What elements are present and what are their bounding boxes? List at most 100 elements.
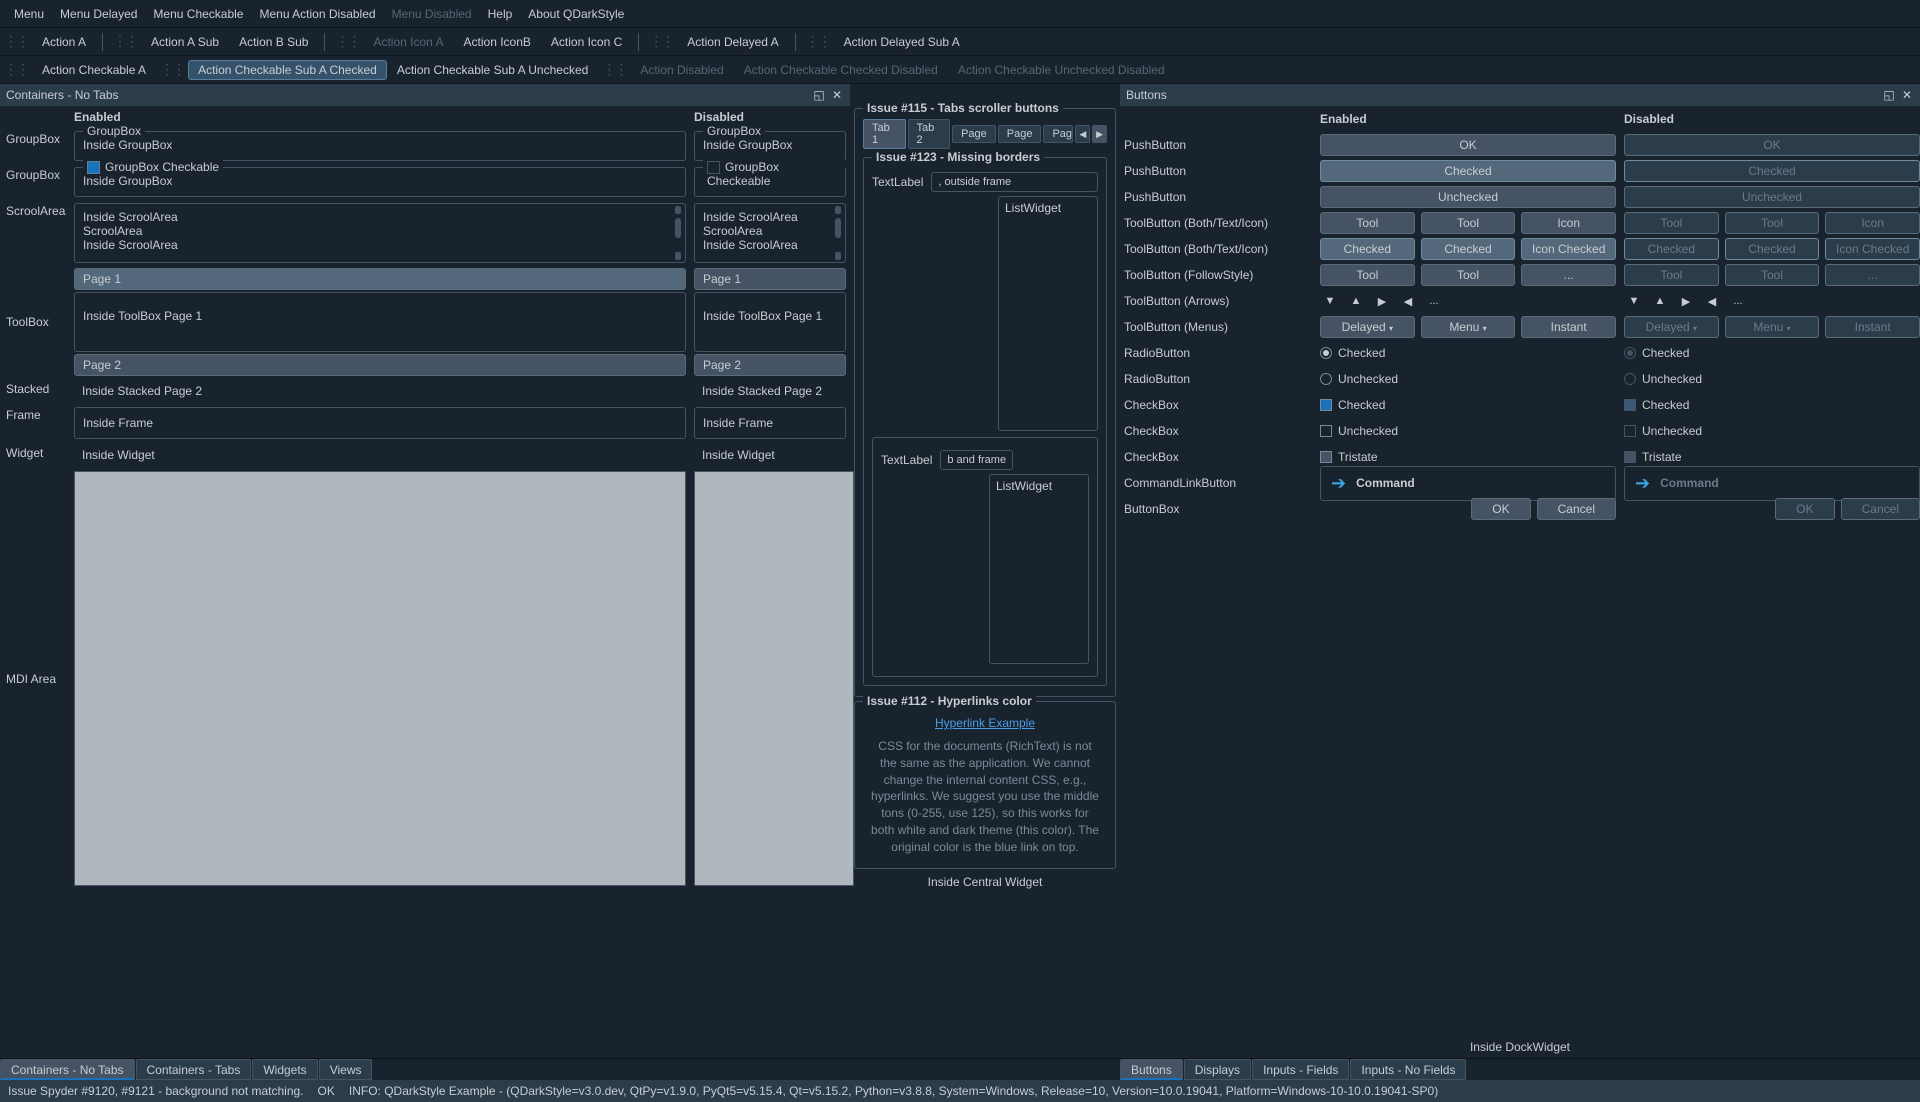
radio-button[interactable]: Unchecked	[1320, 372, 1398, 386]
arrow-button[interactable]: ▲	[1346, 292, 1366, 310]
groupbox-title: GroupBox	[703, 124, 765, 138]
toolbar-grip[interactable]: ⋮⋮	[335, 33, 359, 50]
action-checked[interactable]: Action Checkable Sub A Checked	[188, 60, 387, 80]
tool-button[interactable]: Tool	[1320, 264, 1415, 286]
arrow-icon: ➔	[1635, 473, 1650, 494]
dock-close-icon[interactable]: ✕	[1900, 88, 1914, 102]
push-button[interactable]: Checked	[1320, 160, 1616, 182]
checkbox[interactable]: Tristate	[1320, 450, 1378, 464]
tool-button[interactable]: Icon	[1521, 212, 1616, 234]
tab[interactable]: Page	[952, 125, 996, 143]
toolbox-page-1[interactable]: Page 1	[74, 268, 686, 290]
tool-button[interactable]: Tool	[1421, 264, 1516, 286]
arrow-button[interactable]: ◀	[1398, 292, 1418, 310]
tab[interactable]: Buttons	[1120, 1059, 1183, 1080]
tool-button[interactable]: Tool	[1421, 212, 1516, 234]
arrow-button[interactable]: ▼	[1320, 292, 1340, 310]
issue-115-group: Issue #115 - Tabs scroller buttons Tab 1…	[854, 108, 1116, 697]
tab[interactable]: Inputs - No Fields	[1350, 1059, 1466, 1080]
dock-close-icon[interactable]: ✕	[830, 88, 844, 102]
list-widget[interactable]: ListWidget	[989, 474, 1089, 664]
action[interactable]: Action B Sub	[229, 32, 318, 52]
action[interactable]: Action A	[32, 32, 96, 52]
tab[interactable]: Page	[998, 125, 1042, 143]
tool-button[interactable]: Instant	[1521, 316, 1616, 338]
tab-scroll-right-icon[interactable]: ▶	[1092, 125, 1107, 143]
dialog-button[interactable]: OK	[1471, 498, 1530, 520]
tool-button[interactable]: Delayed ▾	[1320, 316, 1415, 338]
row-label: ToolBox	[0, 311, 70, 333]
scrollarea-enabled[interactable]: Inside ScroolArea ScroolArea Inside Scro…	[74, 203, 686, 263]
menu-item[interactable]: Menu	[6, 3, 52, 25]
menu-item[interactable]: Menu Delayed	[52, 3, 145, 25]
action[interactable]: Action Icon C	[541, 32, 632, 52]
tab[interactable]: Page	[1043, 125, 1073, 143]
mdi-area-disabled	[694, 471, 854, 886]
toolbar-grip[interactable]: ⋮⋮	[4, 33, 28, 50]
tool-button[interactable]: Checked	[1421, 238, 1516, 260]
tool-button[interactable]: ...	[1521, 264, 1616, 286]
dock-float-icon[interactable]: ◱	[1882, 88, 1896, 102]
groupbox-enabled: GroupBox Inside GroupBox	[74, 131, 686, 161]
action[interactable]: Action Delayed A	[677, 32, 788, 52]
toolbar-grip[interactable]: ⋮⋮	[806, 33, 830, 50]
action[interactable]: Action A Sub	[141, 32, 229, 52]
menu-item[interactable]: Menu Action Disabled	[251, 3, 383, 25]
tab[interactable]: Tab 1	[863, 119, 906, 149]
action-checkable[interactable]: Action Checkable Sub A Unchecked	[387, 60, 598, 80]
menu-item[interactable]: Help	[480, 3, 521, 25]
arrow-button: ...	[1728, 292, 1748, 310]
toolbar-grip[interactable]: ⋮⋮	[160, 61, 184, 78]
groupbox-content: Inside GroupBox	[83, 138, 677, 152]
frame-disabled: Inside Frame	[694, 407, 846, 439]
command-link-button[interactable]: ➔Command	[1320, 466, 1616, 501]
button-row-label: ToolButton (Arrows)	[1120, 294, 1320, 308]
tab[interactable]: Tab 2	[908, 119, 951, 149]
scrollbar[interactable]	[673, 206, 683, 260]
push-button[interactable]: OK	[1320, 134, 1616, 156]
tool-button[interactable]: Menu ▾	[1421, 316, 1516, 338]
checkbox[interactable]: Unchecked	[1320, 424, 1398, 438]
toolbar-grip[interactable]: ⋮⋮	[113, 33, 137, 50]
push-button[interactable]: Unchecked	[1320, 186, 1616, 208]
toolbar-grip[interactable]: ⋮⋮	[4, 61, 28, 78]
tool-button[interactable]: Icon Checked	[1521, 238, 1616, 260]
toolbar-grip[interactable]: ⋮⋮	[649, 33, 673, 50]
button-row-label: CheckBox	[1120, 398, 1320, 412]
bottom-tabs-right: Buttons Displays Inputs - Fields Inputs …	[1120, 1058, 1920, 1080]
groupbox-checkable-enabled[interactable]: GroupBox Checkable Inside GroupBox	[74, 167, 686, 197]
menu-item[interactable]: About QDarkStyle	[520, 3, 632, 25]
toolbox-page-2[interactable]: Page 2	[74, 354, 686, 376]
mdi-area-enabled[interactable]	[74, 471, 686, 886]
action-checkable[interactable]: Action Checkable A	[32, 60, 156, 80]
action-disabled: Action Disabled	[630, 60, 733, 80]
checkbox[interactable]: Checked	[1320, 398, 1385, 412]
toolbar-grip[interactable]: ⋮⋮	[602, 61, 626, 78]
tab[interactable]: Containers - Tabs	[136, 1059, 252, 1080]
tool-button[interactable]: Checked	[1320, 238, 1415, 260]
groupbox-title[interactable]: GroupBox Checkable	[83, 160, 223, 174]
action[interactable]: Action Delayed Sub A	[834, 32, 970, 52]
tab[interactable]: Displays	[1184, 1059, 1251, 1080]
tab[interactable]: Inputs - Fields	[1252, 1059, 1349, 1080]
hyperlink[interactable]: Hyperlink Example	[863, 712, 1107, 734]
tab[interactable]: Views	[319, 1059, 373, 1080]
tab[interactable]: Widgets	[252, 1059, 317, 1080]
tab-scroll-left-icon[interactable]: ◀	[1075, 125, 1090, 143]
tool-button[interactable]: Tool	[1320, 212, 1415, 234]
toolbox-page-2: Page 2	[694, 354, 846, 376]
arrow-button[interactable]: ▶	[1372, 292, 1392, 310]
action-disabled: Action Icon A	[363, 32, 453, 52]
tab[interactable]: Containers - No Tabs	[0, 1059, 135, 1080]
panel-buttons: Enabled Disabled PushButtonOKOKPushButto…	[1120, 106, 1920, 1058]
groupbox-disabled: GroupBox Inside GroupBox	[694, 131, 846, 161]
radio-button[interactable]: Checked	[1320, 346, 1385, 360]
arrow-button[interactable]: ...	[1424, 292, 1444, 310]
list-widget[interactable]: ListWidget	[998, 196, 1098, 431]
menu-item[interactable]: Menu Checkable	[145, 3, 251, 25]
dock-titlebar-right: Buttons ◱ ✕	[1120, 84, 1920, 106]
action[interactable]: Action IconB	[454, 32, 541, 52]
dialog-button[interactable]: Cancel	[1537, 498, 1616, 520]
arrow-button: ▶	[1676, 292, 1696, 310]
dock-float-icon[interactable]: ◱	[812, 88, 826, 102]
